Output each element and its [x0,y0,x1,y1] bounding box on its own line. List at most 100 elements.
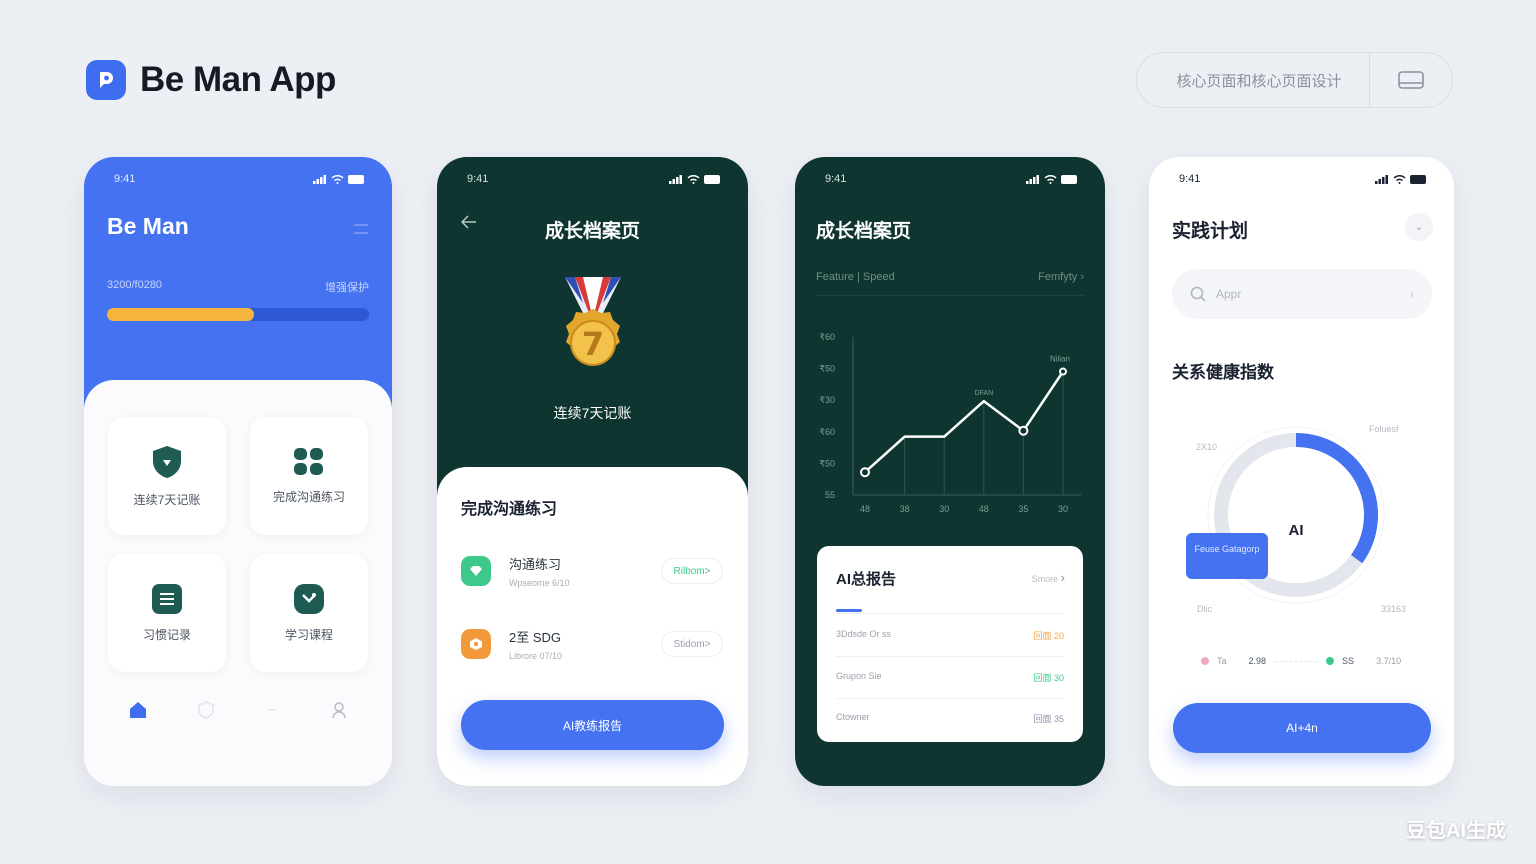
shield-icon[interactable] [198,701,214,719]
tile-habits[interactable]: 习惯记录 [108,554,226,672]
progress-status: 增强保护 [325,282,369,294]
battery-icon [704,174,720,184]
status-bar: 9:41 [437,157,748,201]
wifi-icon [1393,174,1406,184]
filter-tabs[interactable]: Feature | Speed [816,271,895,283]
battery-icon [1061,174,1077,184]
header-pill[interactable]: 核心页面和核心页面设计 [1136,52,1453,108]
ai-report-card: AI总报告 Smore › 3Ddsde Or ss 回面 20 Grupon … [817,546,1083,742]
divider [836,656,1064,657]
signal-icon [669,174,682,184]
task-text: 沟通练习 Wpseome 6/10 [509,554,661,588]
header-pill-text: 核心页面和核心页面设计 [1176,72,1342,90]
phone-achievement: 9:41 成长档案页 7 连续7天记账 完成沟通练习 沟通练习 Wpseome … [437,157,748,786]
donut-label: Dlic [1197,604,1212,614]
status-time: 9:41 [1179,173,1201,185]
search-bar[interactable]: Appr › [1172,269,1432,319]
list-icon [152,583,182,614]
stat-label: Grupon Sie [836,671,882,681]
status-time: 9:41 [467,173,489,185]
grid-icon [294,447,323,475]
tile-practice[interactable]: 完成沟通练习 [250,417,368,535]
task-row[interactable]: 2至 SDG Librore 07/10 Stidom> [461,615,723,673]
chevron-right-icon: › [1410,287,1414,301]
task-title: 2至 SDG [509,630,562,645]
plan-start-button[interactable]: AI+4n [1173,703,1431,753]
bottom-nav [104,685,372,735]
donut-value-arc [1295,433,1378,564]
tiles-panel: 连续7天记账 完成沟通练习 习惯记录 学习课程 [84,380,392,786]
legend-value: 2.98 [1248,656,1267,666]
stat-label: Ctowner [836,712,870,722]
card-tab-indicator [836,609,862,612]
status-icons [669,174,722,184]
medal-icon: 7 [553,273,633,390]
screen-title: 成长档案页 [816,221,912,242]
data-point [1059,367,1067,376]
stat-row: Ctowner 回面 35 [836,712,1064,725]
card-title: AI总报告 [836,571,897,588]
badge-icon [461,629,491,659]
legend-name: Ta [1217,656,1227,666]
legend-swatch [1326,657,1335,665]
x-tick-label: 30 [939,504,949,514]
y-tick-label: ₹30 [819,395,835,405]
task-action-button[interactable]: Stidom> [661,631,723,657]
tile-label: 习惯记录 [142,627,191,642]
y-tick-label: ₹50 [819,364,835,374]
y-tick-label: 55 [825,490,835,500]
filter-dropdown[interactable]: Femfyty › [1038,271,1084,283]
wifi-icon [331,174,344,184]
status-bar: 9:41 [1149,157,1454,201]
chart-filter[interactable]: Feature | Speed Femfyty › [816,271,1084,296]
watermark: 豆包AI生成 [1406,820,1506,842]
chat-icon [294,583,324,614]
dot-icon[interactable] [264,708,280,712]
data-point [1018,425,1029,436]
divider [836,698,1064,699]
home-icon[interactable] [129,701,147,719]
chart-annotation: DFAN [974,390,993,397]
x-tick-label: 48 [860,504,870,514]
x-tick-label: 30 [1058,504,1068,514]
status-time: 9:41 [825,173,847,185]
status-bar: 9:41 [795,157,1105,201]
signal-icon [1375,174,1388,184]
donut-center-label: AI [1289,522,1304,539]
legend-value: 3.7/10 [1376,656,1402,666]
chart-annotation: Nilian [1050,355,1070,364]
stat-label: 3Ddsde Or ss [836,629,892,639]
chart-legend: Ta 2.98 SS 3.7/10 [1201,656,1401,666]
series-line [864,370,1065,474]
profile-icon[interactable] [331,701,347,719]
tile-course[interactable]: 学习课程 [250,554,368,672]
menu-icon[interactable] [354,221,368,242]
wifi-icon [1044,174,1057,184]
tile-streak[interactable]: 连续7天记账 [108,417,226,535]
task-action-button[interactable]: Rilbom> [661,558,723,584]
progress-bar [107,308,369,321]
task-meta: Librore 07/10 [509,651,563,661]
card-icon[interactable] [1370,52,1452,108]
task-row[interactable]: 沟通练习 Wpseome 6/10 Rilbom> [461,542,723,600]
signal-icon [313,174,326,184]
ai-report-button[interactable]: AI教练报告 [461,700,724,750]
divider [836,613,1064,614]
stat-value: 回面 20 [1033,631,1064,641]
sheet-title: 完成沟通练习 [461,501,558,518]
legend-divider [1274,660,1319,662]
screen-title: 实践计划 [1172,221,1249,242]
card-more-link[interactable]: Smore › [1032,570,1065,585]
status-icons [313,174,366,184]
task-meta: Wpseome 6/10 [509,578,570,588]
status-icons [1026,174,1079,184]
shield-icon [461,556,491,586]
brand: Be Man App [86,60,336,100]
y-tick-label: ₹60 [819,427,835,437]
tile-label: 完成沟通练习 [272,489,345,504]
medal-label: 连续7天记账 [553,405,632,421]
progress-fill [107,308,254,321]
search-placeholder: Appr [1216,287,1242,301]
tile-label: 学习课程 [284,627,333,642]
chevron-down-icon[interactable]: ⌄ [1405,213,1433,241]
